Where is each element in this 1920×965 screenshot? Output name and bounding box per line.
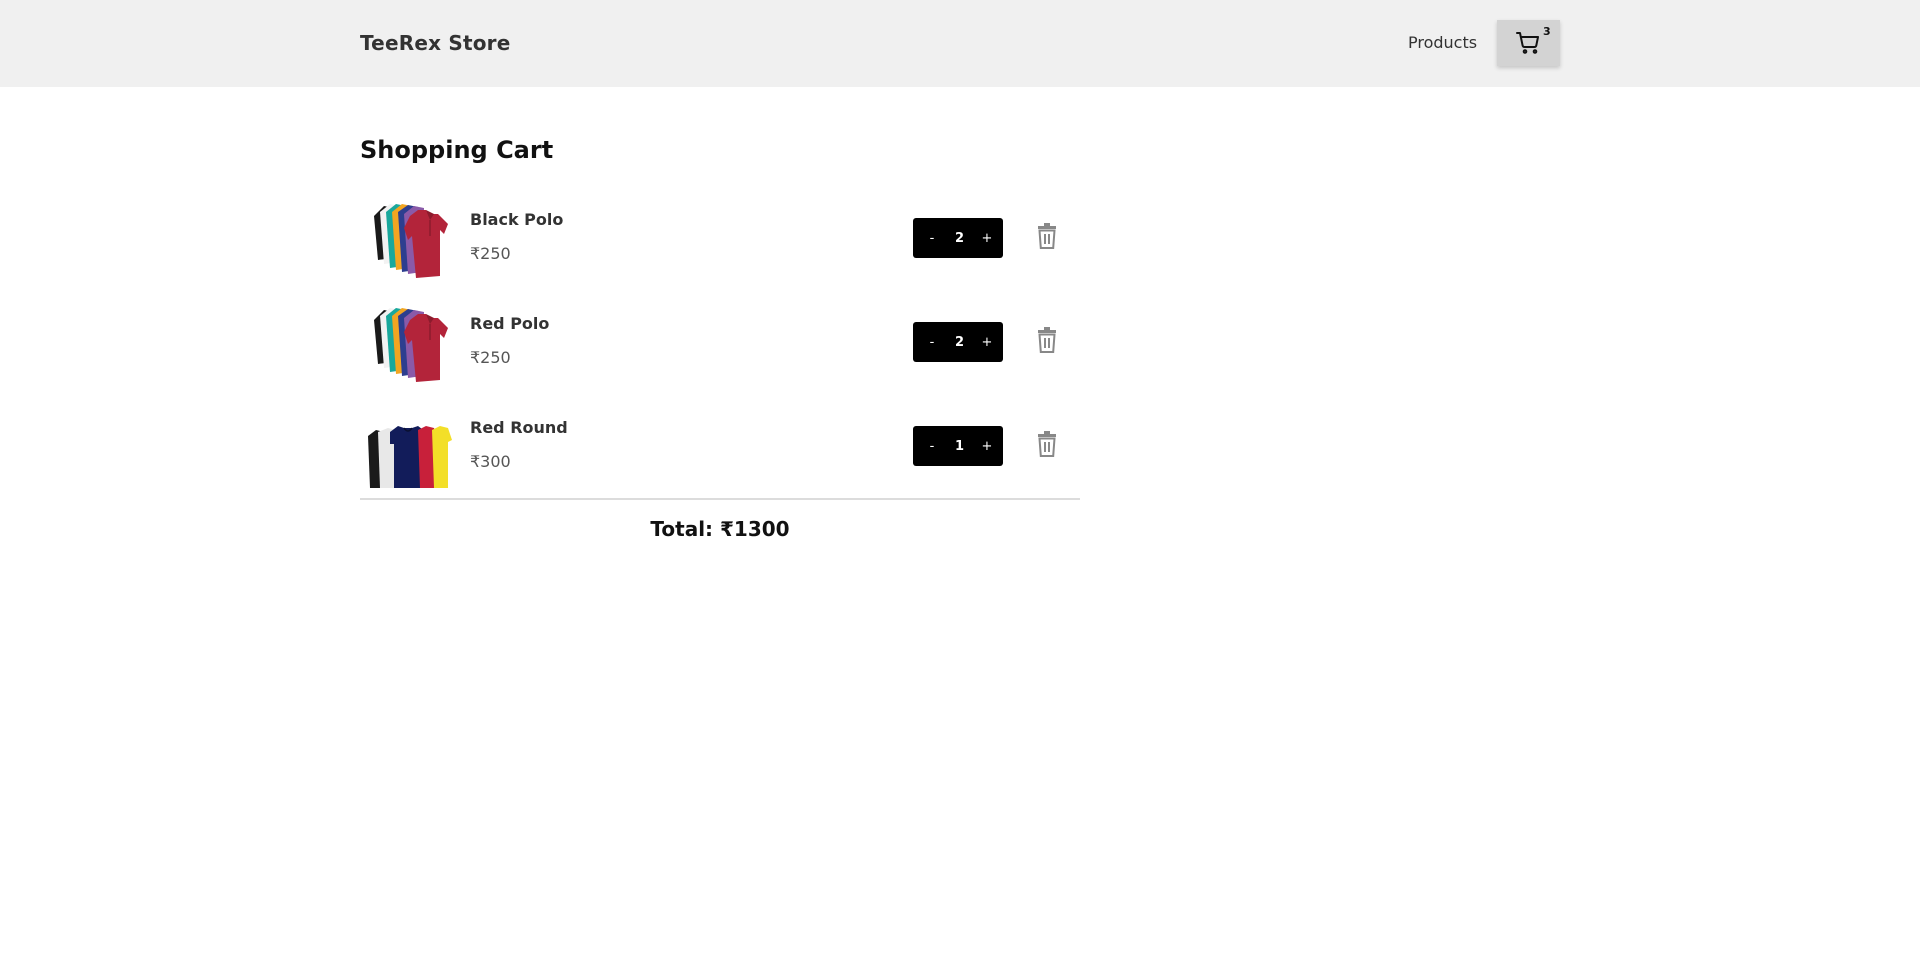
- product-price: ₹250: [470, 244, 511, 263]
- trash-icon[interactable]: [1036, 327, 1058, 353]
- quantity-stepper: - 2 +: [913, 322, 1003, 362]
- navbar: TeeRex Store Products 3: [0, 0, 1920, 87]
- product-name: Red Round: [470, 418, 568, 437]
- increment-button[interactable]: +: [980, 231, 994, 246]
- product-image: [368, 404, 452, 488]
- cart-list: Black Polo ₹250 - 2 + Red Polo ₹250 - 2 …: [360, 188, 1080, 500]
- cart-item: Red Polo ₹250 - 2 +: [360, 292, 1080, 396]
- quantity-value: 2: [954, 334, 965, 350]
- nav-link-products[interactable]: Products: [1408, 33, 1477, 52]
- product-price: ₹300: [470, 452, 511, 471]
- cart-button[interactable]: 3: [1497, 20, 1560, 66]
- product-name: Black Polo: [470, 210, 564, 229]
- trash-icon[interactable]: [1036, 223, 1058, 249]
- trash-icon[interactable]: [1036, 431, 1058, 457]
- cart-item: Black Polo ₹250 - 2 +: [360, 188, 1080, 292]
- cart-count-badge: 3: [1543, 25, 1551, 38]
- cart-item: Red Round ₹300 - 1 +: [360, 396, 1080, 500]
- cart-icon: [1516, 32, 1539, 54]
- product-name: Red Polo: [470, 314, 550, 333]
- decrement-button[interactable]: -: [925, 439, 939, 454]
- page-title: Shopping Cart: [360, 136, 554, 164]
- cart-divider: [360, 498, 1080, 500]
- product-price: ₹250: [470, 348, 511, 367]
- decrement-button[interactable]: -: [925, 231, 939, 246]
- product-image: [368, 300, 452, 384]
- increment-button[interactable]: +: [980, 335, 994, 350]
- quantity-value: 1: [954, 438, 965, 454]
- product-image: [368, 196, 452, 280]
- cart-total: Total: ₹1300: [650, 517, 790, 541]
- brand-logo[interactable]: TeeRex Store: [360, 31, 510, 55]
- quantity-stepper: - 2 +: [913, 218, 1003, 258]
- decrement-button[interactable]: -: [925, 335, 939, 350]
- increment-button[interactable]: +: [980, 439, 994, 454]
- quantity-stepper: - 1 +: [913, 426, 1003, 466]
- quantity-value: 2: [954, 230, 965, 246]
